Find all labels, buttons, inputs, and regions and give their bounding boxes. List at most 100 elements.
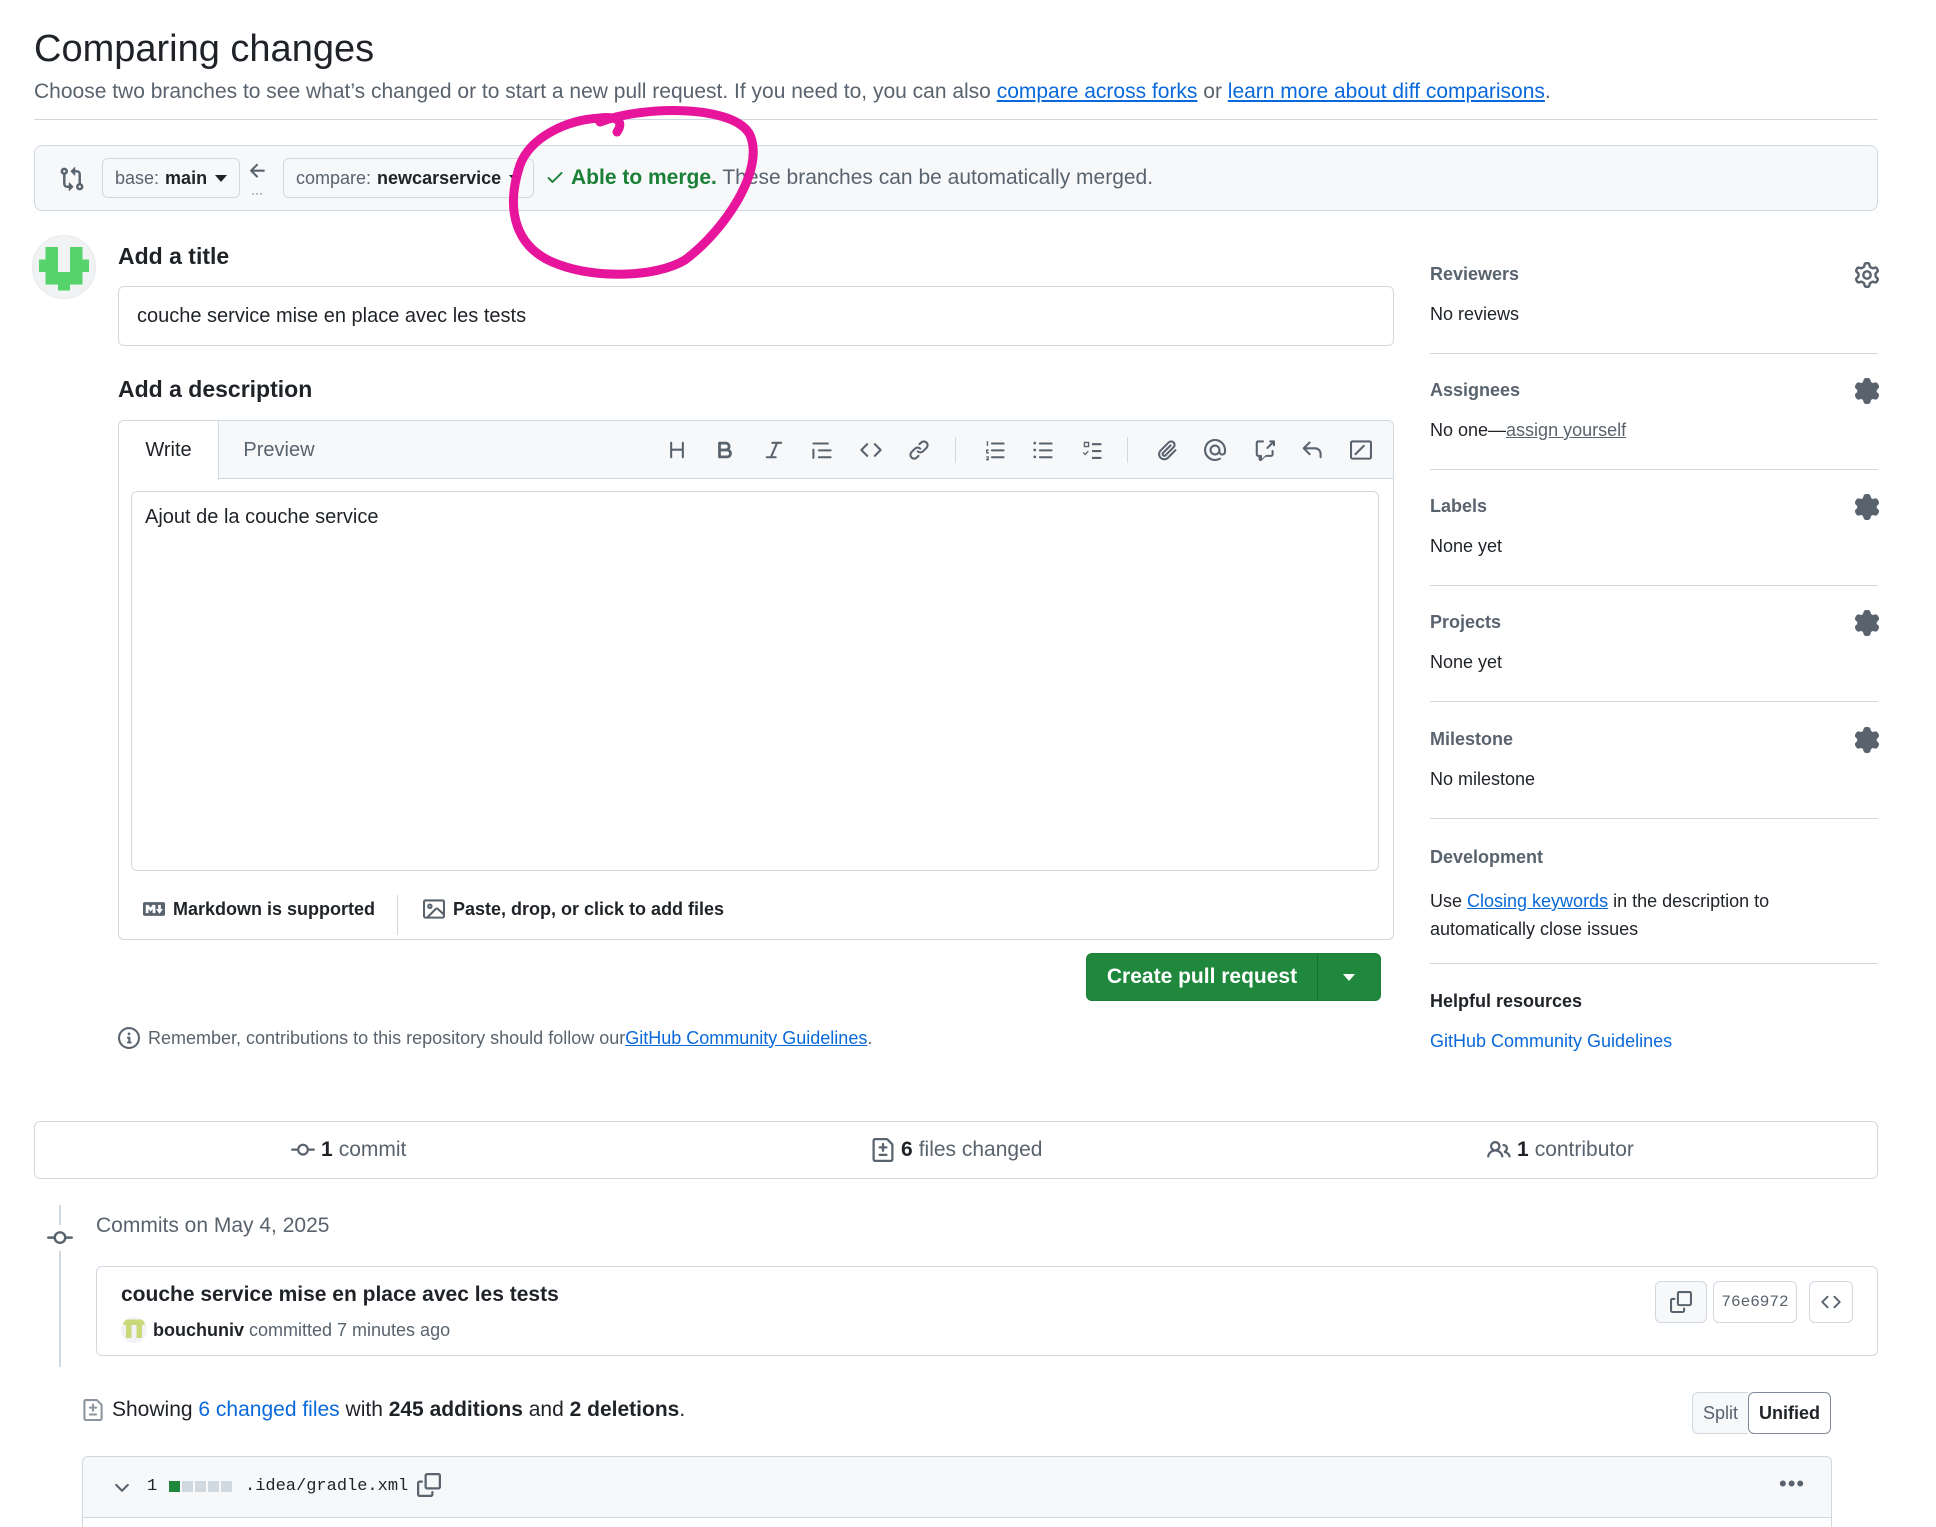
community-guidelines-link[interactable]: GitHub Community Guidelines [1430, 1031, 1672, 1051]
unordered-list-icon[interactable] [1028, 435, 1058, 465]
cross-reference-icon[interactable] [1249, 435, 1279, 465]
guidelines-link[interactable]: GitHub Community Guidelines [625, 1028, 867, 1049]
create-pull-request-group: Create pull request [1086, 953, 1381, 1001]
gear-icon[interactable] [1854, 610, 1880, 636]
chevron-down-icon [215, 174, 228, 182]
kebab-icon[interactable]: ••• [1779, 1471, 1805, 1497]
milestone-label: Milestone [1430, 729, 1514, 749]
reviewers-label: Reviewers [1430, 264, 1520, 284]
paperclip-icon[interactable] [1152, 435, 1182, 465]
contributors-count: 1 [1517, 1138, 1529, 1161]
markdown-note[interactable]: Markdown is supported [143, 898, 375, 920]
sidebar-divider [1430, 469, 1878, 470]
assign-yourself-link[interactable]: assign yourself [1506, 420, 1626, 440]
sidebar-divider [1430, 353, 1878, 354]
file-diff-body [82, 1517, 1832, 1527]
reply-icon[interactable] [1297, 435, 1327, 465]
assignees-text: No one— [1430, 420, 1507, 440]
quote-icon[interactable] [807, 435, 837, 465]
commit-sha-link[interactable]: 76e6972 [1713, 1281, 1797, 1323]
heading-icon[interactable] [662, 435, 692, 465]
toolbar-divider [1127, 437, 1128, 463]
unified-view-button[interactable]: Unified [1748, 1392, 1832, 1434]
development-text-2: in the description to [1608, 891, 1770, 911]
avatar [32, 235, 96, 299]
editor-footer: Markdown is supported Paste, drop, or cl… [119, 881, 1393, 939]
files-label: files changed [918, 1138, 1043, 1161]
commit-icon [47, 1225, 73, 1251]
base-branch-select[interactable]: base: main [102, 158, 241, 198]
base-label: base: [115, 167, 160, 188]
copy-icon[interactable] [417, 1473, 443, 1499]
closing-keywords-link[interactable]: Closing keywords [1467, 891, 1608, 911]
commit-author[interactable]: bouchuniv [153, 1320, 244, 1341]
file-diff-icon [871, 1138, 895, 1162]
contributors-stat[interactable]: 1 contributor [1487, 1138, 1634, 1162]
tab-preview[interactable]: Preview [219, 421, 339, 479]
sidebar-divider [1430, 963, 1878, 964]
commit-title[interactable]: couche service mise en place avec les te… [121, 1283, 559, 1307]
gear-icon[interactable] [1854, 727, 1880, 753]
gear-icon[interactable] [1854, 378, 1880, 404]
browse-code-button[interactable] [1809, 1281, 1853, 1323]
diffstat-neutral [195, 1481, 206, 1492]
changed-files-link[interactable]: 6 changed files [198, 1398, 339, 1422]
toolbar-divider [955, 437, 956, 463]
helpful-resources-label: Helpful resources [1430, 991, 1583, 1011]
sidebar-divider [1430, 585, 1878, 586]
file-path[interactable]: .idea/gradle.xml [245, 1477, 408, 1496]
file-diff-icon [82, 1399, 104, 1421]
image-icon [423, 898, 445, 920]
files-stat[interactable]: 6 files changed [871, 1138, 1042, 1162]
gear-icon[interactable] [1854, 262, 1880, 288]
chevron-down-icon[interactable] [111, 1477, 133, 1499]
compare-forks-link[interactable]: compare across forks [997, 80, 1198, 103]
chevron-down-icon [1343, 973, 1355, 981]
code-icon [1821, 1292, 1841, 1312]
gear-icon[interactable] [1854, 494, 1880, 520]
title-input[interactable] [118, 286, 1394, 346]
diff-summary: Showing 6 changed files with 245 additio… [82, 1398, 685, 1422]
create-pull-request-dropdown[interactable] [1318, 954, 1380, 1000]
guidelines-note: Remember, contributions to this reposito… [118, 1027, 872, 1049]
bold-icon[interactable] [710, 435, 740, 465]
page-title: Comparing changes [34, 28, 375, 70]
commits-count: 1 [321, 1138, 333, 1161]
description-textarea[interactable]: Ajout de la couche service [131, 491, 1379, 871]
commit-icon [291, 1138, 315, 1162]
diff-with: with [339, 1398, 389, 1421]
copy-sha-button[interactable] [1655, 1281, 1707, 1323]
assignees-value: No one—assign yourself [1430, 420, 1626, 441]
description-heading: Add a description [118, 376, 313, 402]
commits-heading: Commits on May 4, 2025 [96, 1214, 330, 1237]
link-icon[interactable] [904, 435, 934, 465]
learn-diff-link[interactable]: learn more about diff comparisons [1228, 80, 1545, 103]
commits-stat[interactable]: 1 commit [291, 1138, 406, 1162]
diffstat-added [169, 1481, 180, 1492]
create-pull-request-button[interactable]: Create pull request [1087, 954, 1317, 1000]
split-view-button[interactable]: Split [1692, 1392, 1749, 1434]
task-list-icon[interactable] [1077, 435, 1107, 465]
development-label: Development [1430, 847, 1544, 867]
italic-icon[interactable] [759, 435, 789, 465]
slash-icon[interactable] [1346, 435, 1376, 465]
author-avatar [121, 1317, 147, 1343]
contributors-label: contributor [1534, 1138, 1634, 1161]
compare-branch-select[interactable]: compare: newcarservice [283, 158, 535, 198]
development-value: Use Closing keywords in the description … [1430, 887, 1769, 943]
attach-files[interactable]: Paste, drop, or click to add files [423, 898, 724, 920]
projects-label: Projects [1430, 612, 1502, 632]
sidebar-divider [1430, 701, 1878, 702]
compare-label: compare: [296, 167, 372, 188]
ordered-list-icon[interactable] [980, 435, 1010, 465]
markdown-note-label: Markdown is supported [173, 898, 376, 919]
assignees-label: Assignees [1430, 380, 1521, 400]
tab-write[interactable]: Write [119, 421, 219, 480]
base-branch-name: main [165, 167, 208, 188]
mention-icon[interactable] [1200, 435, 1230, 465]
diffstat-neutral [221, 1481, 232, 1492]
git-compare-icon [59, 166, 85, 192]
code-icon[interactable] [856, 435, 886, 465]
file-header: 1 .idea/gradle.xml ••• [82, 1456, 1832, 1518]
file-change-count: 1 [147, 1477, 158, 1496]
